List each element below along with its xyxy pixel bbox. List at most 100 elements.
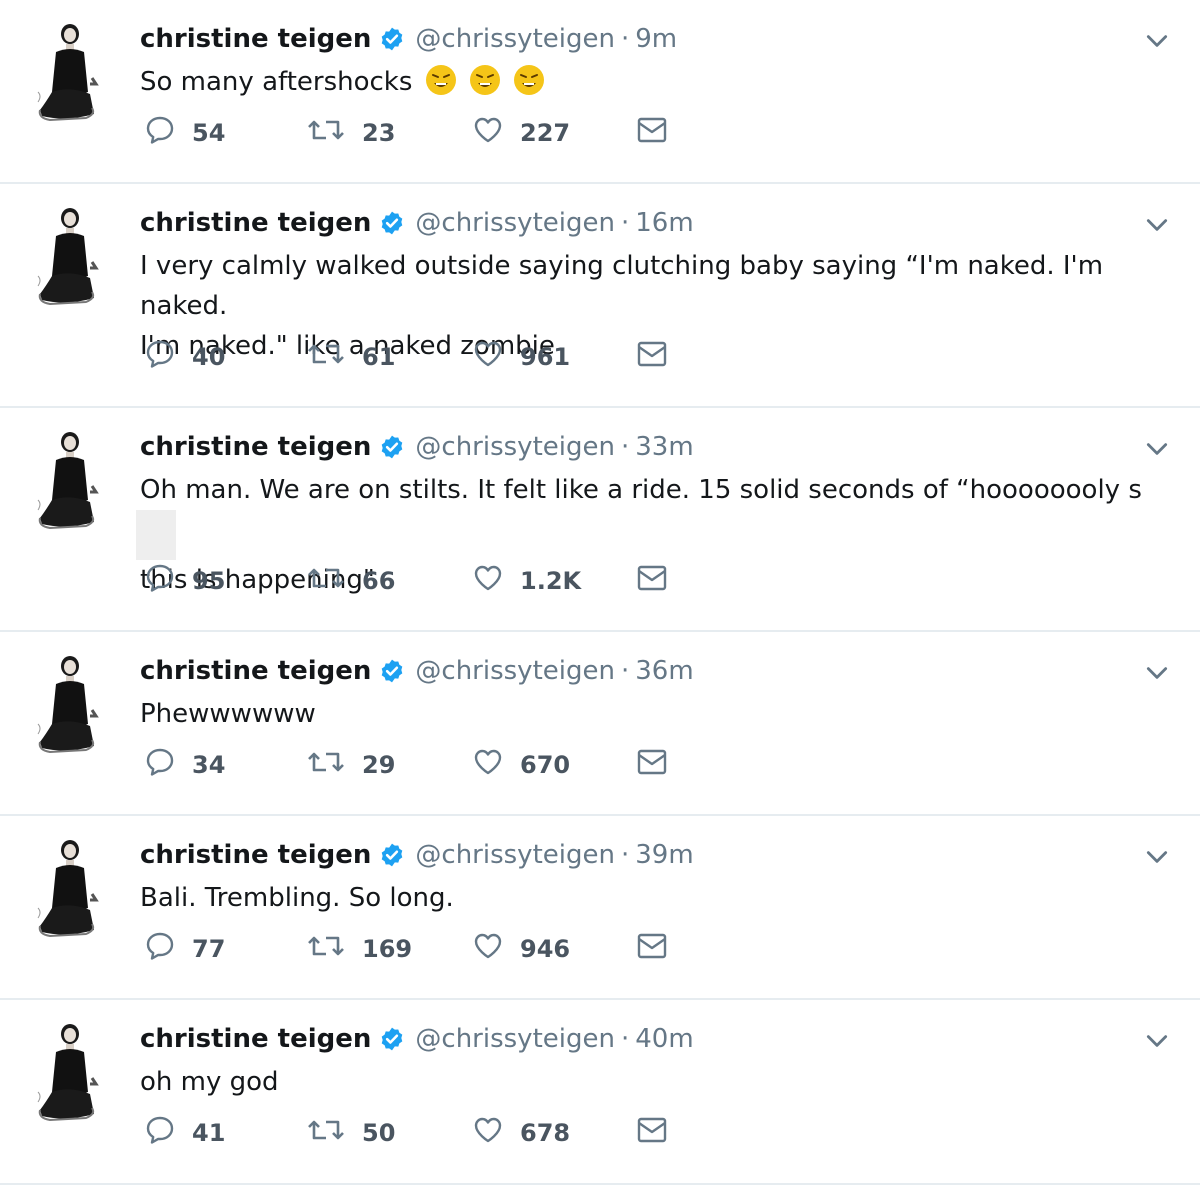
heart-icon: [472, 114, 504, 152]
chevron-down-icon[interactable]: [1144, 28, 1170, 54]
tweet-header: christine teigen @chrissyteigen · 16m: [140, 206, 694, 240]
display-name[interactable]: christine teigen: [140, 22, 371, 56]
avatar[interactable]: [36, 1022, 100, 1126]
retweet-button[interactable]: 66: [306, 562, 472, 600]
tweet[interactable]: christine teigen @chrissyteigen · 40m oh…: [0, 1000, 1200, 1185]
reply-button[interactable]: 95: [144, 562, 306, 600]
tweet[interactable]: christine teigen @chrissyteigen · 33m Oh…: [0, 408, 1200, 632]
avatar[interactable]: [36, 654, 100, 758]
tweet-actions: 77 169 946: [144, 930, 668, 968]
avatar[interactable]: [36, 206, 100, 310]
reply-button[interactable]: 54: [144, 114, 306, 152]
display-name[interactable]: christine teigen: [140, 654, 371, 688]
timestamp[interactable]: 16m: [635, 206, 693, 240]
separator-dot: ·: [620, 24, 630, 54]
reply-button[interactable]: 41: [144, 1114, 306, 1152]
heart-icon: [472, 338, 504, 376]
user-handle[interactable]: @chrissyteigen: [415, 654, 615, 688]
envelope-icon: [636, 338, 668, 376]
retweet-count: 23: [362, 119, 396, 147]
tweet-header: christine teigen @chrissyteigen · 9m: [140, 22, 677, 56]
tweet-feed: christine teigen @chrissyteigen · 9m So …: [0, 0, 1200, 1185]
chevron-down-icon[interactable]: [1144, 844, 1170, 870]
chevron-down-icon[interactable]: [1144, 660, 1170, 686]
avatar[interactable]: [36, 22, 100, 126]
retweet-count: 29: [362, 751, 396, 779]
direct-message-button[interactable]: [636, 562, 668, 600]
like-button[interactable]: 678: [472, 1114, 636, 1152]
verified-badge-icon: [379, 658, 405, 684]
retweet-count: 61: [362, 343, 396, 371]
envelope-icon: [636, 930, 668, 968]
direct-message-button[interactable]: [636, 746, 668, 784]
weary-face-emoji-icon: [469, 64, 501, 96]
direct-message-button[interactable]: [636, 1114, 668, 1152]
tweet-actions: 40 61 961: [144, 338, 668, 376]
like-button[interactable]: 1.2K: [472, 562, 636, 600]
tweet-header: christine teigen @chrissyteigen · 33m: [140, 430, 694, 464]
reply-icon: [144, 562, 176, 600]
display-name[interactable]: christine teigen: [140, 838, 371, 872]
like-button[interactable]: 227: [472, 114, 636, 152]
direct-message-button[interactable]: [636, 114, 668, 152]
user-handle[interactable]: @chrissyteigen: [415, 22, 615, 56]
like-count: 946: [520, 935, 571, 963]
verified-badge-icon: [379, 842, 405, 868]
display-name[interactable]: christine teigen: [140, 1022, 371, 1056]
chevron-down-icon[interactable]: [1144, 436, 1170, 462]
verified-badge-icon: [379, 1026, 405, 1052]
retweet-button[interactable]: 23: [306, 114, 472, 152]
retweet-button[interactable]: 61: [306, 338, 472, 376]
redaction-box: [136, 510, 176, 560]
retweet-icon: [306, 746, 346, 784]
retweet-button[interactable]: 29: [306, 746, 472, 784]
tweet[interactable]: christine teigen @chrissyteigen · 16m I …: [0, 184, 1200, 408]
tweet-text: oh my god: [140, 1062, 1160, 1102]
verified-badge-icon: [379, 434, 405, 460]
tweet-actions: 34 29 670: [144, 746, 668, 784]
timestamp[interactable]: 40m: [635, 1022, 693, 1056]
reply-count: 41: [192, 1119, 226, 1147]
tweet-text-line: Phewwwwww: [140, 699, 316, 729]
envelope-icon: [636, 114, 668, 152]
retweet-count: 169: [362, 935, 413, 963]
tweet[interactable]: christine teigen @chrissyteigen · 36m Ph…: [0, 632, 1200, 816]
reply-button[interactable]: 77: [144, 930, 306, 968]
reply-icon: [144, 1114, 176, 1152]
retweet-button[interactable]: 50: [306, 1114, 472, 1152]
user-handle[interactable]: @chrissyteigen: [415, 206, 615, 240]
timestamp[interactable]: 39m: [635, 838, 693, 872]
like-button[interactable]: 946: [472, 930, 636, 968]
retweet-icon: [306, 114, 346, 152]
tweet-actions: 41 50 678: [144, 1114, 668, 1152]
like-count: 227: [520, 119, 571, 147]
tweet-text-line: oh my god: [140, 1067, 279, 1097]
tweet[interactable]: christine teigen @chrissyteigen · 9m So …: [0, 0, 1200, 184]
direct-message-button[interactable]: [636, 930, 668, 968]
like-button[interactable]: 961: [472, 338, 636, 376]
chevron-down-icon[interactable]: [1144, 1028, 1170, 1054]
timestamp[interactable]: 36m: [635, 654, 693, 688]
user-handle[interactable]: @chrissyteigen: [415, 1022, 615, 1056]
timestamp[interactable]: 9m: [635, 22, 677, 56]
like-button[interactable]: 670: [472, 746, 636, 784]
reply-button[interactable]: 40: [144, 338, 306, 376]
retweet-button[interactable]: 169: [306, 930, 472, 968]
like-count: 1.2K: [520, 567, 582, 595]
tweet-actions: 95 66 1.2K: [144, 562, 668, 600]
display-name[interactable]: christine teigen: [140, 430, 371, 464]
avatar[interactable]: [36, 838, 100, 942]
avatar[interactable]: [36, 430, 100, 534]
separator-dot: ·: [620, 432, 630, 462]
chevron-down-icon[interactable]: [1144, 212, 1170, 238]
heart-icon: [472, 930, 504, 968]
timestamp[interactable]: 33m: [635, 430, 693, 464]
reply-icon: [144, 930, 176, 968]
reply-button[interactable]: 34: [144, 746, 306, 784]
direct-message-button[interactable]: [636, 338, 668, 376]
display-name[interactable]: christine teigen: [140, 206, 371, 240]
user-handle[interactable]: @chrissyteigen: [415, 430, 615, 464]
tweet[interactable]: christine teigen @chrissyteigen · 39m Ba…: [0, 816, 1200, 1000]
user-handle[interactable]: @chrissyteigen: [415, 838, 615, 872]
retweet-icon: [306, 1114, 346, 1152]
